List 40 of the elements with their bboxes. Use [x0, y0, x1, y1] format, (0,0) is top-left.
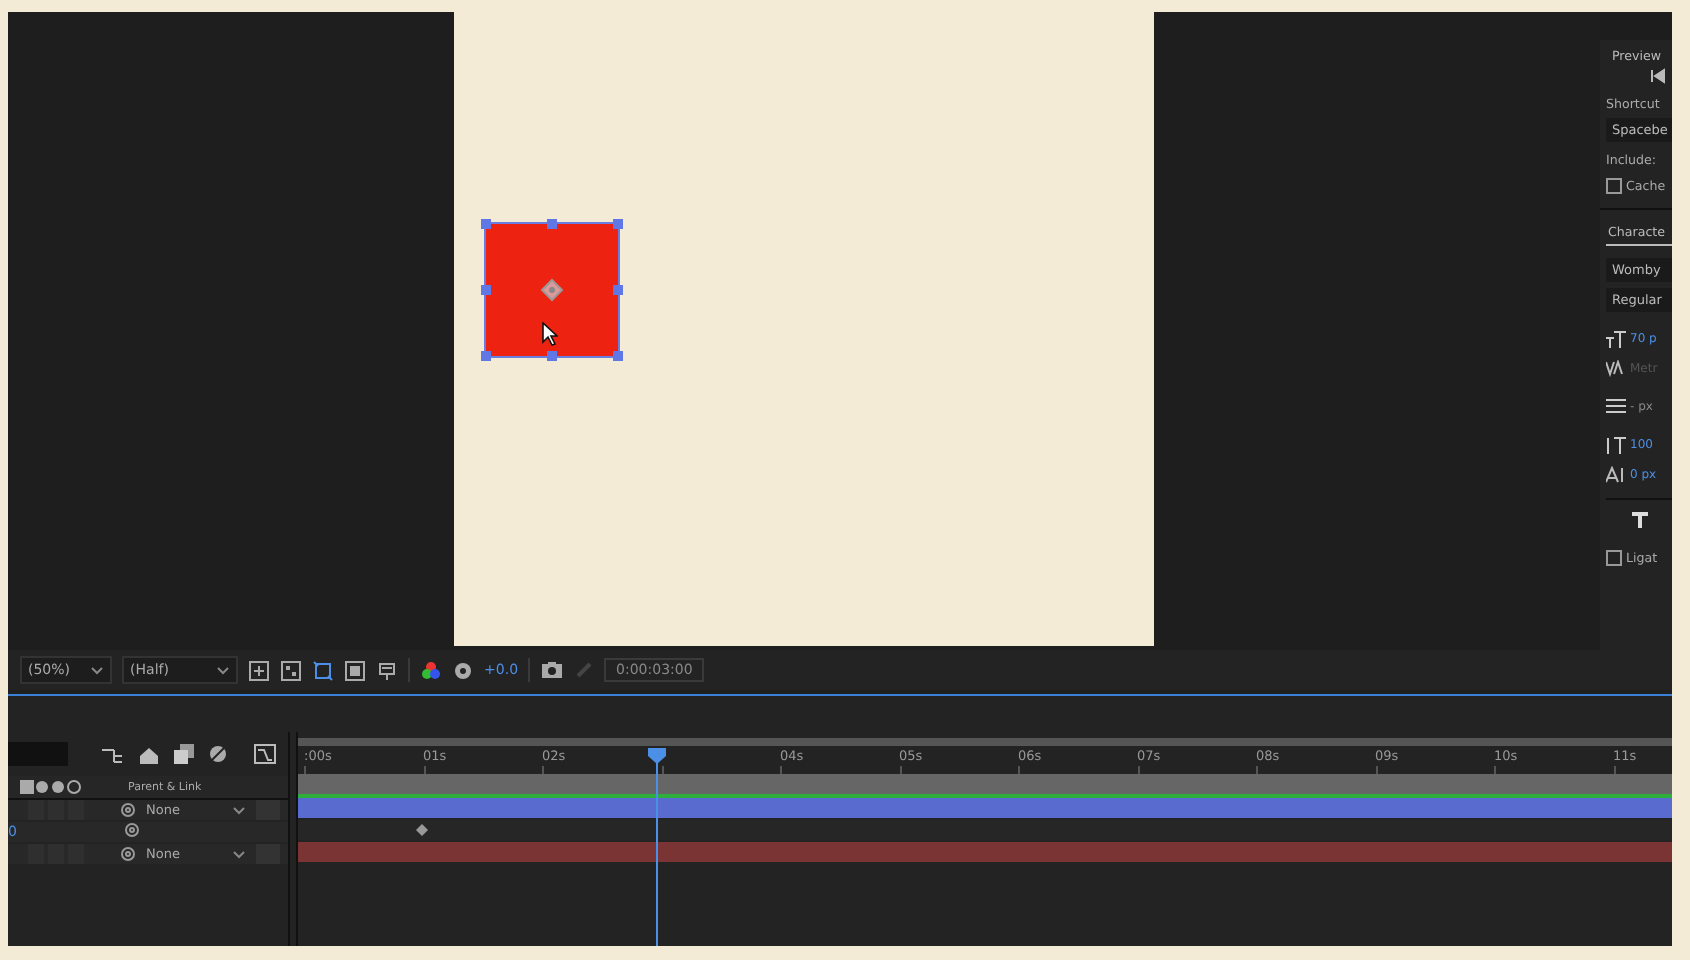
checkbox[interactable] — [1606, 178, 1622, 194]
caret-icon — [232, 805, 246, 815]
mask-path-icon[interactable] — [312, 659, 335, 681]
selection-handle[interactable] — [547, 351, 557, 361]
motion-blur-icon[interactable] — [208, 744, 228, 764]
exposure-icon[interactable] — [452, 659, 475, 681]
caret-icon — [90, 665, 105, 675]
transparency-grid-icon[interactable] — [280, 659, 303, 681]
playhead[interactable] — [647, 748, 665, 946]
keyframe-icon[interactable] — [416, 824, 428, 836]
search-field[interactable] — [8, 742, 68, 766]
leading-icon — [1606, 398, 1626, 414]
color-channels-icon[interactable] — [420, 659, 443, 681]
camera-icon[interactable] — [540, 660, 565, 680]
selection-handle[interactable] — [481, 219, 491, 229]
checkbox[interactable] — [1606, 550, 1622, 566]
safe-area-icon[interactable] — [344, 659, 367, 681]
region-icon[interactable] — [248, 659, 271, 681]
caret-icon — [216, 665, 231, 675]
play-controls-icon[interactable] — [1650, 68, 1666, 84]
anchor-point-icon[interactable] — [540, 278, 564, 302]
shy-layers-icon[interactable] — [138, 745, 160, 763]
frame-blending-icon[interactable] — [174, 744, 194, 764]
vertical-scale-icon — [1606, 435, 1626, 453]
cursor-icon — [542, 322, 558, 346]
font-size-icon — [1606, 329, 1626, 347]
faux-bold-icon[interactable] — [1632, 512, 1648, 528]
baseline-shift-icon — [1606, 465, 1626, 483]
selection-handle[interactable] — [481, 351, 491, 361]
selection-handle[interactable] — [547, 219, 557, 229]
selection-handle[interactable] — [613, 351, 623, 361]
square-shape-layer[interactable] — [486, 224, 618, 356]
selection-handle[interactable] — [481, 285, 491, 295]
caret-icon — [232, 849, 246, 859]
composition-flowchart-icon[interactable] — [102, 745, 124, 763]
graph-editor-icon[interactable] — [254, 744, 276, 764]
selection-handle[interactable] — [613, 219, 623, 229]
kerning-icon — [1606, 359, 1626, 377]
selection-handle[interactable] — [613, 285, 623, 295]
switch-toggle[interactable] — [256, 800, 280, 820]
